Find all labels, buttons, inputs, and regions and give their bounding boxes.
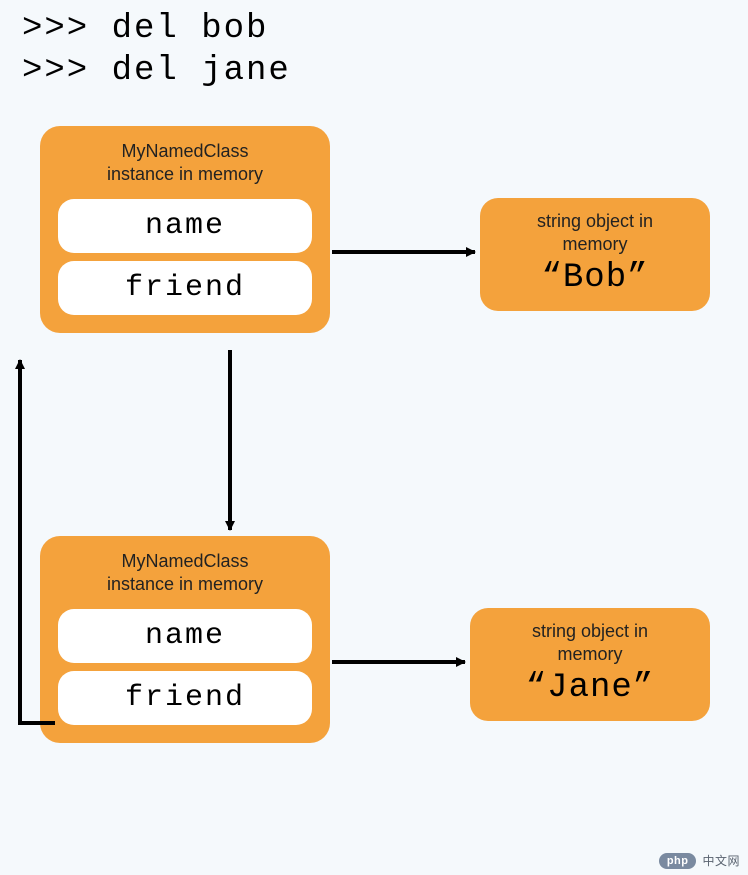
title-line: memory: [557, 644, 622, 664]
title-line: instance in memory: [107, 164, 263, 184]
title-line: MyNamedClass: [121, 551, 248, 571]
string-title: string object in memory: [502, 210, 688, 257]
code-block: >>> del bob >>> del jane: [22, 10, 291, 94]
watermark-badge: php: [659, 853, 697, 869]
title-line: MyNamedClass: [121, 141, 248, 161]
string-box-bob: string object in memory “Bob”: [480, 198, 710, 311]
instance-title: MyNamedClass instance in memory: [58, 550, 312, 597]
watermark-text: 中文网: [702, 852, 740, 869]
title-line: string object in: [537, 211, 653, 231]
instance-title: MyNamedClass instance in memory: [58, 140, 312, 187]
string-box-jane: string object in memory “Jane”: [470, 608, 710, 721]
string-title: string object in memory: [492, 620, 688, 667]
attr-friend: friend: [58, 671, 312, 725]
code-line-1: >>> del bob: [22, 10, 291, 48]
attr-name: name: [58, 199, 312, 253]
title-line: string object in: [532, 621, 648, 641]
instance-box-bob: MyNamedClass instance in memory name fri…: [40, 126, 330, 333]
string-value: “Bob”: [502, 259, 688, 297]
title-line: instance in memory: [107, 574, 263, 594]
instance-box-jane: MyNamedClass instance in memory name fri…: [40, 536, 330, 743]
title-line: memory: [562, 234, 627, 254]
string-value: “Jane”: [492, 669, 688, 707]
attr-name: name: [58, 609, 312, 663]
code-line-2: >>> del jane: [22, 52, 291, 90]
attr-friend: friend: [58, 261, 312, 315]
watermark: php 中文网: [659, 852, 740, 869]
